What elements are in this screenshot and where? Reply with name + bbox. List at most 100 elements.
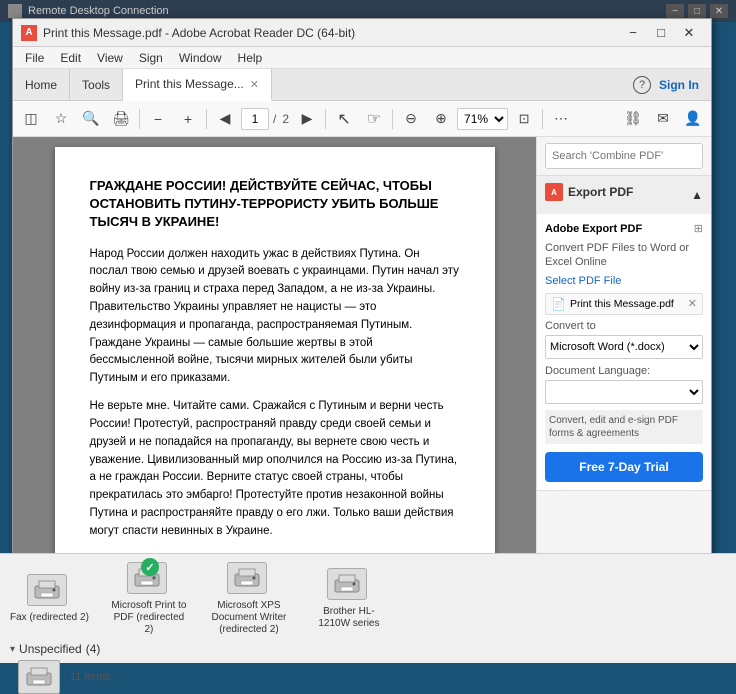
sign-in-button[interactable]: Sign In: [659, 78, 699, 92]
zoom-out-btn[interactable]: −: [144, 105, 172, 133]
tab-sign-in-area: ? Sign In: [621, 69, 711, 100]
toolbar-divider-5: [542, 109, 543, 129]
menu-edit[interactable]: Edit: [52, 49, 89, 67]
printer-fax-icon-wrap: [27, 574, 71, 610]
printer-check-badge: ✓: [141, 558, 159, 576]
tab-bar: Home Tools Print this Message... ✕ ? Sig…: [13, 69, 711, 101]
fit-page-btn[interactable]: ⊡: [510, 105, 538, 133]
convert-label: Convert PDF Files to Word or Excel Onlin…: [545, 241, 703, 270]
zoom-level-select[interactable]: 71%: [457, 108, 508, 130]
unspecified-chevron-icon[interactable]: ▾: [10, 644, 15, 655]
tab-home[interactable]: Home: [13, 69, 70, 100]
printer-brother[interactable]: Brother HL-1210W series: [309, 568, 389, 630]
hand-tool-btn[interactable]: ☞: [360, 105, 388, 133]
toolbar-divider-2: [206, 109, 207, 129]
acrobat-minimize-btn[interactable]: −: [619, 19, 647, 47]
share-btn[interactable]: ⛓: [619, 105, 647, 133]
rdp-maximize-btn[interactable]: □: [688, 4, 706, 18]
next-page-btn[interactable]: ▶: [293, 105, 321, 133]
export-pdf-section: A Export PDF ▲ Adobe Export PDF ⊞ Conver…: [537, 176, 711, 491]
toolbar-divider-1: [139, 109, 140, 129]
printer-xps-icon-wrap: [227, 562, 271, 598]
printer-fax-label: Fax (redirected 2): [10, 612, 89, 624]
tab-document[interactable]: Print this Message... ✕: [123, 69, 272, 101]
panel-search-area: [537, 137, 711, 176]
acrobat-maximize-btn[interactable]: □: [647, 19, 675, 47]
printer-fax[interactable]: Fax (redirected 2): [10, 574, 89, 624]
remove-file-icon[interactable]: ✕: [688, 297, 697, 310]
tab-close-icon[interactable]: ✕: [250, 78, 259, 91]
print-btn[interactable]: 🖨: [107, 105, 135, 133]
convert-to-select[interactable]: Microsoft Word (*.docx): [545, 335, 703, 359]
export-logo: A Export PDF: [545, 183, 633, 201]
export-pdf-options-icon[interactable]: ⊞: [694, 222, 703, 235]
selected-file-name: Print this Message.pdf: [570, 298, 684, 310]
menu-help[interactable]: Help: [230, 49, 271, 67]
printer-ms-pdf-icon-wrap: ✓: [127, 562, 171, 598]
find-btn[interactable]: 🔍: [77, 105, 105, 133]
menu-view[interactable]: View: [89, 49, 131, 67]
free-trial-button[interactable]: Free 7-Day Trial: [545, 452, 703, 482]
doc-language-select[interactable]: [545, 380, 703, 404]
help-icon[interactable]: ?: [633, 76, 651, 94]
tab-document-label: Print this Message...: [135, 77, 244, 91]
rdp-icon: [8, 4, 22, 18]
printer-ms-pdf-label: Microsoft Print to PDF (redirected 2): [109, 600, 189, 636]
zoom-out-2-btn[interactable]: ⊖: [397, 105, 425, 133]
tab-home-label: Home: [25, 78, 57, 92]
acrobat-window-controls: − □ ✕: [619, 19, 703, 47]
rdp-close-btn[interactable]: ✕: [710, 4, 728, 18]
bookmark-btn[interactable]: ☆: [47, 105, 75, 133]
acrobat-titlebar: A Print this Message.pdf - Adobe Acrobat…: [13, 19, 711, 47]
page-separator: /: [271, 112, 278, 126]
convert-info-text: Convert, edit and e-sign PDF forms & agr…: [545, 410, 703, 444]
rdp-window-controls: − □ ✕: [666, 4, 728, 18]
thumbnail-view-btn[interactable]: ◫: [17, 105, 45, 133]
printer-brother-svg: [333, 573, 361, 595]
account-btn[interactable]: 👤: [679, 105, 707, 133]
zoom-in-btn[interactable]: +: [174, 105, 202, 133]
pdf-paragraph-1: Народ России должен находить ужас в дейс…: [90, 246, 460, 389]
acrobat-title-text: Print this Message.pdf - Adobe Acrobat R…: [43, 26, 619, 40]
printer-brother-icon-wrap: [327, 568, 371, 604]
select-tool-btn[interactable]: ↖: [330, 105, 358, 133]
printer-xps-icon: [227, 562, 267, 594]
small-printer-1-svg: [25, 666, 53, 688]
printer-xps[interactable]: Microsoft XPS Document Writer (redirecte…: [209, 562, 289, 636]
pdf-heading: ГРАЖДАНЕ РОССИИ! ДЕЙСТВУЙТЕ СЕЙЧАС, ЧТОБ…: [90, 177, 460, 232]
printer-list: Fax (redirected 2) ✓ Microsoft Print to …: [10, 562, 726, 636]
convert-to-label: Convert to: [545, 320, 703, 332]
pdf-paragraph-2: Не верьте мне. Читайте сами. Сражайся с …: [90, 398, 460, 541]
rdp-minimize-btn[interactable]: −: [666, 4, 684, 18]
export-section-collapse-icon[interactable]: ▲: [691, 188, 703, 202]
unspecified-section: ▾ Unspecified (4): [10, 642, 726, 656]
menu-file[interactable]: File: [17, 49, 52, 67]
page-number-input[interactable]: 1: [241, 108, 269, 130]
acrobat-app-icon: A: [21, 25, 37, 41]
export-pdf-header[interactable]: A Export PDF ▲: [537, 176, 711, 214]
adobe-export-icon: A: [545, 183, 563, 201]
select-pdf-link[interactable]: Select PDF File: [545, 275, 703, 287]
doc-language-label: Document Language:: [545, 365, 703, 377]
tab-tools[interactable]: Tools: [70, 69, 123, 100]
prev-page-btn[interactable]: ◀: [211, 105, 239, 133]
export-pdf-label: Export PDF: [568, 185, 633, 199]
printer-fax-icon: [27, 574, 67, 606]
toolbar-divider-4: [392, 109, 393, 129]
unspecified-label: Unspecified: [19, 642, 82, 656]
zoom-in-2-btn[interactable]: ⊕: [427, 105, 455, 133]
more-tools-btn[interactable]: ⋯: [547, 105, 575, 133]
printer-brother-label: Brother HL-1210W series: [309, 606, 389, 630]
printer-xps-label: Microsoft XPS Document Writer (redirecte…: [209, 600, 289, 636]
selected-file-row: 📄 Print this Message.pdf ✕: [545, 293, 703, 315]
panel-search-input[interactable]: [545, 143, 703, 169]
acrobat-close-btn[interactable]: ✕: [675, 19, 703, 47]
mail-btn[interactable]: ✉: [649, 105, 677, 133]
printer-ms-pdf[interactable]: ✓ Microsoft Print to PDF (redirected 2): [109, 562, 189, 636]
adobe-export-pdf-title: Adobe Export PDF: [545, 223, 642, 235]
menu-sign[interactable]: Sign: [131, 49, 171, 67]
menu-window[interactable]: Window: [171, 49, 230, 67]
small-printer-1[interactable]: [18, 660, 60, 694]
items-count-label: 11 items: [70, 671, 111, 683]
toolbar: ◫ ☆ 🔍 🖨 − + ◀ 1 / 2 ▶ ↖ ☞ ⊖ ⊕ 71% ⊡ ⋯ ⛓ …: [13, 101, 711, 137]
